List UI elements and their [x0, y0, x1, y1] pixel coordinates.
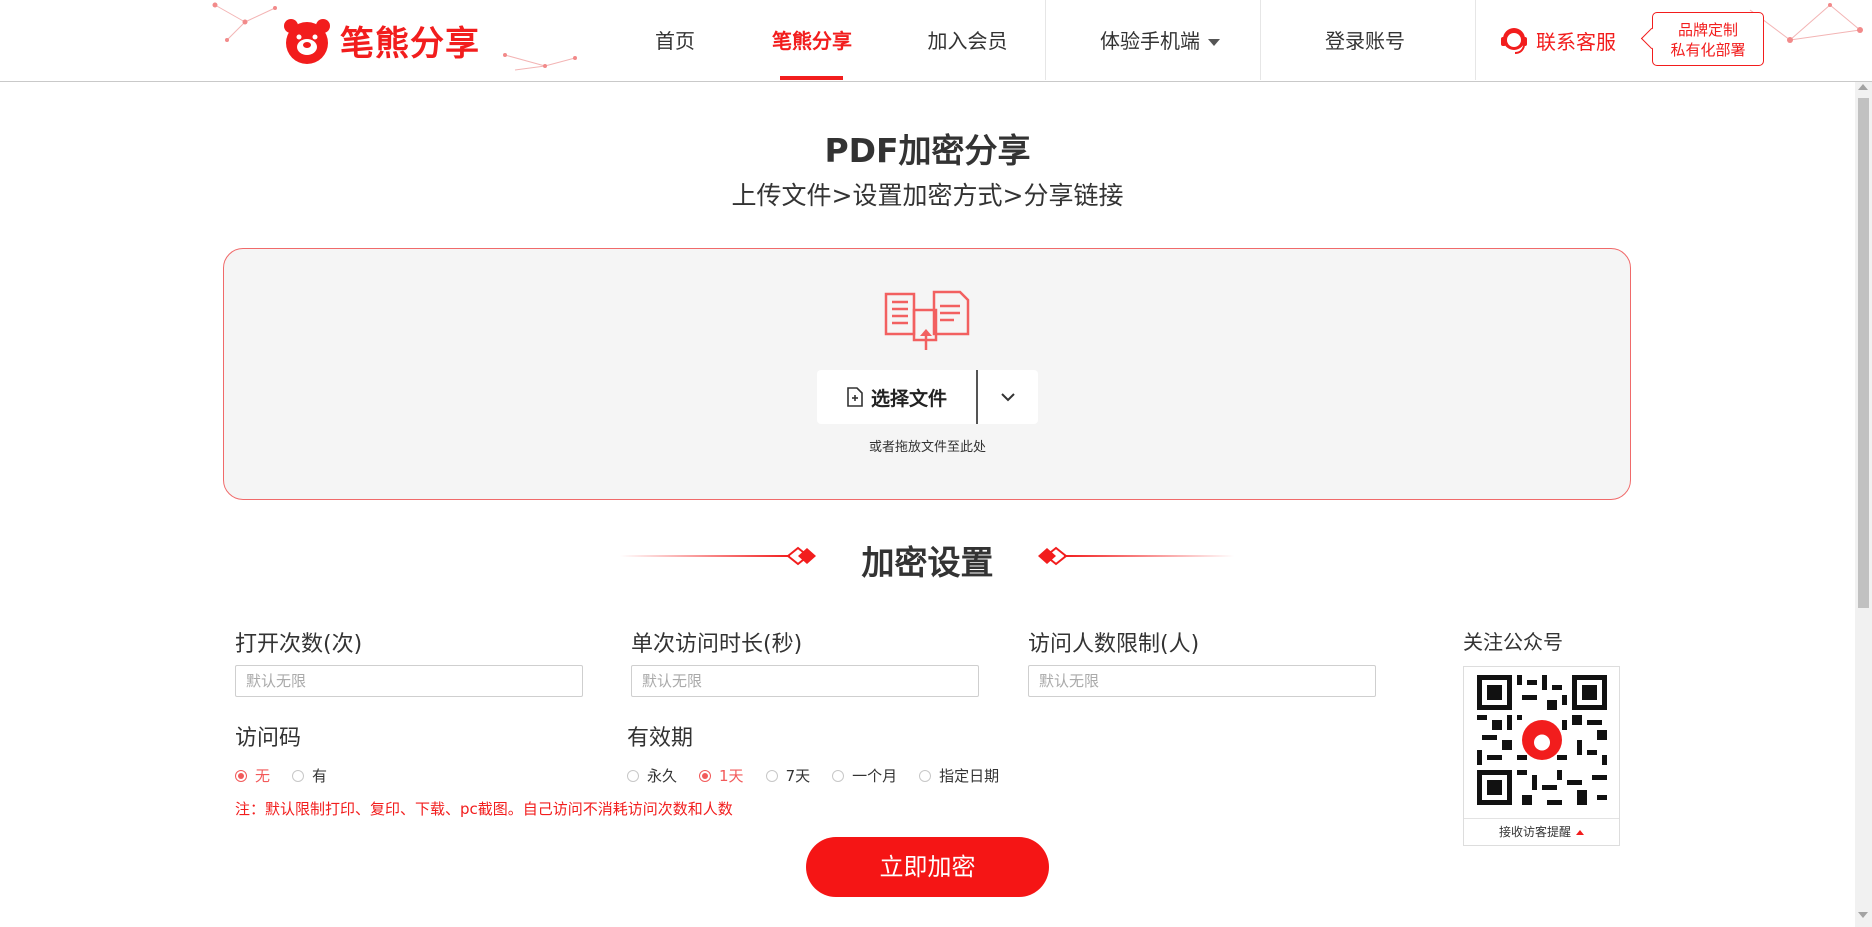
- radio-label: 有: [312, 767, 328, 785]
- duration-input[interactable]: [631, 665, 979, 697]
- radio-dot: [832, 769, 845, 782]
- visitor-limit-label: 访问人数限制(人): [1028, 632, 1200, 657]
- nav-membership[interactable]: 加入会员: [920, 0, 1015, 80]
- validity-forever-radio[interactable]: 永久: [627, 765, 677, 786]
- validity-1day-radio[interactable]: 1天: [699, 765, 744, 786]
- radio-label: 一个月: [852, 767, 898, 785]
- nav-divider: [1260, 0, 1261, 80]
- validity-custom-date-radio[interactable]: 指定日期: [919, 765, 999, 786]
- page-title: PDF加密分享: [824, 131, 1031, 170]
- nav-home[interactable]: 首页: [640, 0, 710, 80]
- choose-source-dropdown[interactable]: [978, 370, 1038, 424]
- radio-dot: [765, 769, 778, 782]
- drop-hint: 或者拖放文件至此处: [868, 440, 986, 455]
- scrollbar-thumb[interactable]: [1858, 98, 1869, 608]
- file-add-icon: [847, 387, 863, 407]
- scroll-down-icon[interactable]: [1858, 912, 1868, 918]
- active-nav-indicator: [780, 76, 843, 80]
- encryption-settings-title: 加密设置: [861, 543, 994, 582]
- brand-customization-button[interactable]: 品牌定制 私有化部署: [1652, 12, 1764, 66]
- radio-dot: [699, 769, 712, 782]
- restriction-note: 注：默认限制打印、复印、下载、pc截图。自己访问不消耗访问次数和人数: [235, 800, 733, 818]
- nav-mobile-label: 体验手机端: [1100, 29, 1200, 53]
- caret-down-icon: [1208, 39, 1220, 46]
- bear-logo-icon: [284, 18, 330, 64]
- follow-account-label: 关注公众号: [1463, 630, 1563, 654]
- caret-up-icon: [1576, 830, 1584, 835]
- nav-divider: [1475, 0, 1476, 80]
- contact-support-link[interactable]: 联系客服: [1498, 24, 1616, 56]
- access-code-label: 访问码: [235, 726, 302, 751]
- top-header: 笔熊分享 首页 笔熊分享 加入会员 体验手机端 登录账号 联系客服 品牌定制 私…: [0, 0, 1872, 82]
- chevron-down-icon: [1001, 393, 1015, 402]
- contact-support-label: 联系客服: [1536, 29, 1616, 54]
- access-code-radio-group: 无 有: [235, 765, 349, 786]
- radio-label: 永久: [647, 767, 678, 785]
- access-code-none-radio[interactable]: 无: [235, 765, 270, 786]
- radio-dot: [919, 769, 932, 782]
- choose-file-label: 选择文件: [870, 387, 947, 410]
- choose-file-button[interactable]: 选择文件: [817, 370, 977, 424]
- site-logo[interactable]: 笔熊分享: [282, 16, 480, 65]
- validity-1month-radio[interactable]: 一个月: [832, 765, 897, 786]
- radio-dot: [627, 769, 639, 782]
- radio-label: 7天: [785, 767, 811, 785]
- nav-divider: [1045, 0, 1046, 80]
- encrypt-now-button[interactable]: 立即加密: [806, 837, 1049, 897]
- radio-label: 无: [255, 767, 271, 785]
- access-code-yes-radio[interactable]: 有: [292, 765, 327, 786]
- validity-7days-radio[interactable]: 7天: [765, 765, 811, 786]
- validity-label: 有效期: [627, 726, 694, 751]
- duration-label: 单次访问时长(秒): [631, 632, 803, 657]
- radio-label: 1天: [719, 767, 744, 785]
- brand-line-2: 私有化部署: [1670, 41, 1746, 59]
- visitor-limit-input[interactable]: [1028, 665, 1376, 697]
- logo-text: 笔熊分享: [340, 24, 480, 64]
- nav-login[interactable]: 登录账号: [1300, 0, 1430, 80]
- open-count-label: 打开次数(次): [235, 632, 363, 657]
- visitor-alert-toggle[interactable]: 接收访客提醒: [1464, 818, 1619, 846]
- radio-dot: [235, 769, 247, 782]
- qr-code-icon: [1477, 675, 1607, 805]
- validity-radio-group: 永久 1天 7天 一个月 指定日期: [627, 765, 1021, 786]
- radio-label: 指定日期: [939, 767, 1000, 785]
- nav-bixiong-share[interactable]: 笔熊分享: [766, 0, 858, 80]
- brand-line-1: 品牌定制: [1677, 21, 1738, 39]
- visitor-alert-label: 接收访客提醒: [1498, 825, 1571, 839]
- open-count-input[interactable]: [235, 665, 583, 697]
- radio-dot: [292, 769, 305, 782]
- nav-mobile-dropdown[interactable]: 体验手机端: [1085, 0, 1235, 80]
- steps-breadcrumb: 上传文件>设置加密方式>分享链接: [731, 181, 1124, 210]
- scroll-up-icon[interactable]: [1858, 84, 1868, 90]
- document-upload-icon: [884, 290, 970, 350]
- right-diamond-decoration: [1038, 546, 1234, 566]
- headset-icon: [1501, 28, 1527, 54]
